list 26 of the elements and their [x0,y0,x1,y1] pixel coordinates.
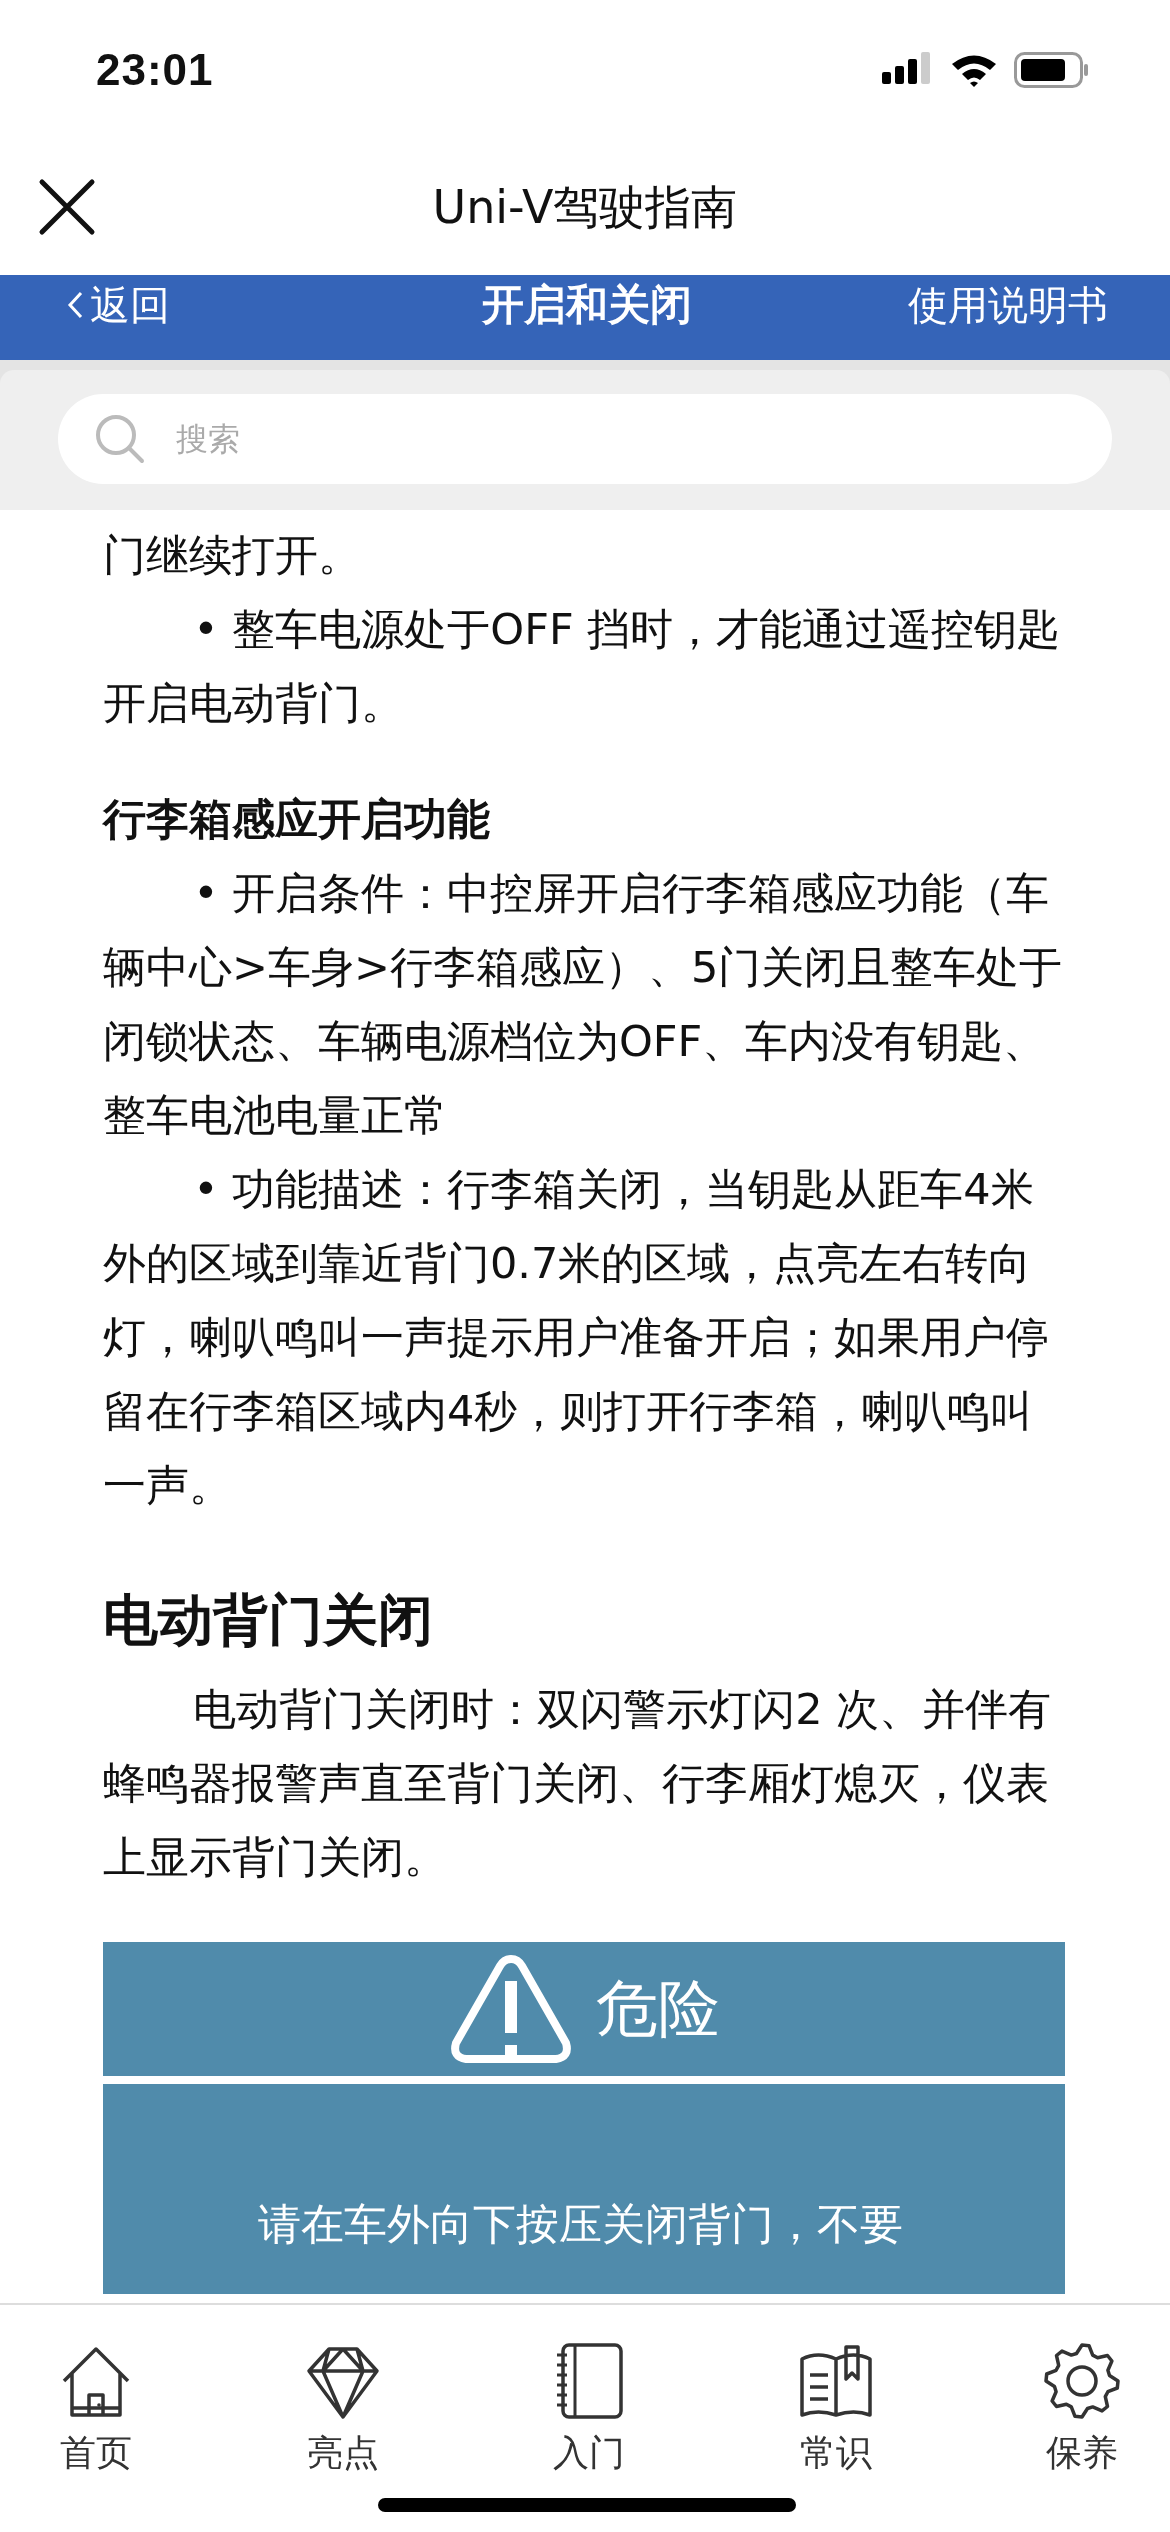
danger-text: 请在车外向下按压关闭背门，不要 [258,2199,903,2249]
manual-link[interactable]: 使用说明书 [908,275,1108,335]
page-title: 开启和关闭 [482,279,692,331]
tab-item[interactable]: 保养 [1022,2341,1142,2478]
tab-item[interactable]: 常识 [775,2341,896,2478]
body-text: • 功能描述：行李箱关闭，当钥匙从距车4米外的区域到靠近背门0.7米的区域，点亮左右转向灯，喇叭鸣叫一声提示用户准备开启；如果用户停留在行李箱区域内4秒，则打开行李箱，喇叭鸣叫一声。 [103,1163,1050,1512]
back-link[interactable]: 返回 [66,275,482,335]
body-text: • 开启条件：中控屏开启行李箱感应功能（车辆中心>车身>行李箱感应）、5门关闭且整车处于闭锁状态、车辆电源档位为OFF、车内没有钥匙、整车电池电量正常 [103,867,1064,1142]
tab-item[interactable]: 亮点 [282,2341,403,2478]
tab-item[interactable]: 首页 [36,2341,156,2478]
body-text: • 整车电源处于OFF 挡时，才能通过遥控钥匙开启电动背门。 [103,603,1062,730]
battery-icon [1014,52,1090,88]
gear-icon [1042,2341,1122,2421]
tab-item[interactable]: 入门 [529,2341,649,2478]
clock-time: 23:01 [96,45,214,95]
wifi-icon [950,53,998,87]
chevron-left-icon [66,290,84,320]
danger-title: 危险 [596,1972,720,2046]
warning-triangle-icon [448,1953,574,2065]
search-field[interactable]: 搜索 [58,394,1112,484]
section-heading: 电动背门关闭 [103,1587,434,1654]
body-text: 门继续打开。 [103,529,362,582]
section-subheading: 行李箱感应开启功能 [103,793,491,846]
app-title: Uni-V驾驶指南 [432,178,738,236]
close-icon[interactable] [38,178,96,236]
body-text: 电动背门关闭时：双闪警示灯闪2 次、并伴有蜂鸣器报警声直至背门关闭、行李厢灯熄灭，仪表上显示背门关闭。 [103,1683,1053,1884]
